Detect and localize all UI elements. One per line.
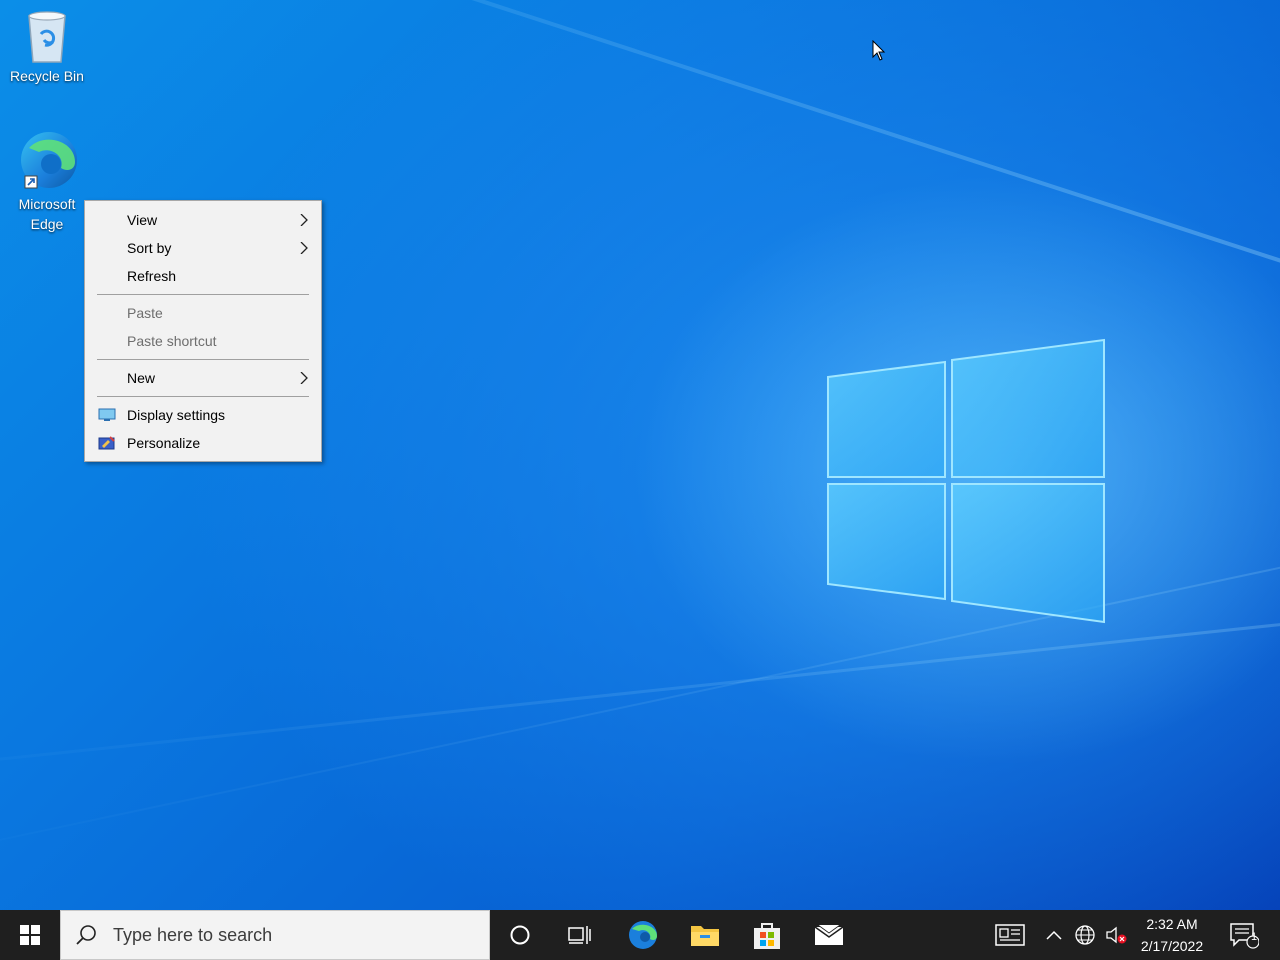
desktop-icon-label: Recycle Bin [10,68,84,84]
menu-item-label: Refresh [127,268,177,284]
windows-start-icon [20,925,40,945]
menu-item-display-settings[interactable]: Display settings [85,401,321,429]
menu-item-paste[interactable]: Paste [85,299,321,327]
task-view-button[interactable] [556,910,604,960]
menu-item-label: Sort by [127,240,172,256]
menu-item-new[interactable]: New [85,364,321,392]
menu-item-label: Display settings [127,407,226,423]
clock-time: 2:32 AM [1146,916,1198,932]
start-button[interactable] [0,910,60,960]
network-button[interactable] [1070,910,1100,960]
menu-item-paste-shortcut[interactable]: Paste shortcut [85,327,321,355]
globe-network-icon [1075,925,1095,945]
display-settings-icon [98,408,116,421]
file-explorer-icon [691,926,719,946]
edge-icon [629,921,657,949]
search-icon [76,925,96,945]
show-hidden-icons-button[interactable] [1042,910,1066,960]
taskbar-mail-button[interactable] [804,910,854,960]
menu-item-personalize[interactable]: Personalize [85,429,321,457]
desktop-icon-microsoft-edge[interactable]: Microsoft Edge [7,128,87,234]
personalize-icon [98,436,115,450]
search-input[interactable] [111,923,475,947]
task-view-icon [568,926,591,944]
menu-item-sort-by[interactable]: Sort by [85,234,321,262]
menu-item-refresh[interactable]: Refresh [85,262,321,290]
desktop-context-menu: View Sort by Refresh Paste Paste shortcu… [84,200,322,462]
edge-icon [21,132,77,189]
cortana-button[interactable] [496,910,544,960]
news-icon [995,924,1025,946]
chevron-right-icon [300,242,308,254]
taskbar-edge-button[interactable] [618,910,668,960]
taskbar: 2:32 AM 2/17/2022 1 [0,910,1280,960]
news-and-interests-button[interactable] [990,910,1030,960]
volume-muted-icon [1106,926,1127,944]
mouse-cursor-icon [872,40,886,61]
desktop-icon-recycle-bin[interactable]: Recycle Bin [7,8,87,86]
taskbar-store-button[interactable] [742,910,792,960]
chevron-up-icon [1046,930,1062,940]
mail-icon [814,924,844,945]
menu-item-label: View [127,212,158,228]
action-center-button[interactable]: 1 [1222,910,1266,960]
menu-item-label: Paste [127,305,163,321]
taskbar-file-explorer-button[interactable] [680,910,730,960]
notification-count-badge: 1 [1251,931,1258,943]
menu-item-label: Paste shortcut [127,333,217,349]
menu-item-label: New [127,370,156,386]
menu-separator [97,396,309,397]
menu-item-label: Personalize [127,435,201,451]
menu-separator [97,359,309,360]
clock-date: 2/17/2022 [1140,938,1204,954]
volume-button[interactable] [1102,910,1130,960]
taskbar-clock[interactable]: 2:32 AM 2/17/2022 [1132,910,1212,960]
chevron-right-icon [300,372,308,384]
menu-separator [97,294,309,295]
menu-item-view[interactable]: View [85,206,321,234]
cortana-icon [510,925,530,945]
recycle-bin-icon [28,11,66,63]
store-icon [754,923,780,949]
desktop-icon-label: Microsoft Edge [18,196,76,232]
chevron-right-icon [300,214,308,226]
taskbar-search-box[interactable] [60,910,490,960]
